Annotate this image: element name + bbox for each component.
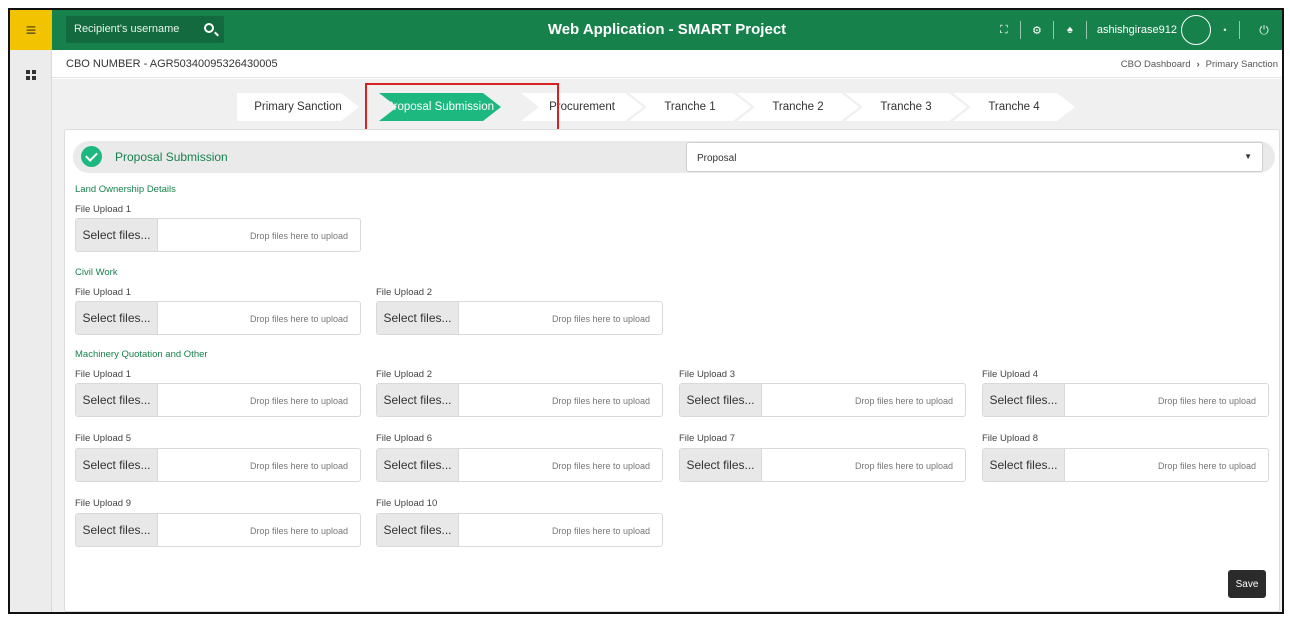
step-tranche-2[interactable]: Tranche 2 xyxy=(737,93,859,121)
step-tranche-1[interactable]: Tranche 1 xyxy=(629,93,751,121)
file-upload[interactable]: Select files... Drop files here to uploa… xyxy=(679,448,966,482)
select-files-button[interactable]: Select files... xyxy=(76,219,158,251)
select-files-button[interactable]: Select files... xyxy=(76,514,158,546)
label-upload: File Upload 1 xyxy=(75,369,131,380)
content-area: Primary Sanction Proposal Submission Pro… xyxy=(52,79,1282,612)
power-icon[interactable]: ⏻ xyxy=(1246,23,1282,38)
select-files-button[interactable]: Select files... xyxy=(76,384,158,416)
drop-zone-text: Drop files here to upload xyxy=(249,314,348,324)
step-procurement[interactable]: Procurement xyxy=(521,93,643,121)
select-files-button[interactable]: Select files... xyxy=(377,514,459,546)
label-upload: File Upload 3 xyxy=(679,369,735,380)
step-primary-sanction[interactable]: Primary Sanction xyxy=(237,93,359,121)
group-civil-work: Civil Work xyxy=(75,267,118,278)
breadcrumb-separator: › xyxy=(1196,59,1200,70)
select-files-button[interactable]: Select files... xyxy=(680,384,762,416)
breadcrumb-current: Primary Sanction xyxy=(1205,59,1278,70)
menu-icon[interactable]: ≡ xyxy=(10,10,52,50)
file-upload[interactable]: Select files... Drop files here to uploa… xyxy=(376,448,663,482)
file-upload[interactable]: Select files... Drop files here to uploa… xyxy=(376,301,663,335)
proposal-select[interactable]: Proposal ▼ xyxy=(686,142,1263,172)
drop-zone-text: Drop files here to upload xyxy=(249,231,348,241)
step-proposal-submission[interactable]: Proposal Submission xyxy=(379,93,501,121)
select-value[interactable]: Proposal xyxy=(697,153,736,164)
caret-down-icon[interactable]: • xyxy=(1217,25,1233,35)
file-upload[interactable]: Select files... Drop files here to uploa… xyxy=(75,301,361,335)
section-header: Proposal Submission Proposal ▼ xyxy=(73,141,1275,173)
drop-zone-text: Drop files here to upload xyxy=(854,461,953,471)
divider xyxy=(1052,21,1054,39)
file-upload[interactable]: Select files... Drop files here to uploa… xyxy=(982,383,1269,417)
drop-zone-text: Drop files here to upload xyxy=(1157,396,1256,406)
top-bar-actions: ⛶ ⚙ ♠ ashishgirase912 • ⏻ xyxy=(994,10,1282,50)
select-files-button[interactable]: Select files... xyxy=(680,449,762,481)
select-files-button[interactable]: Select files... xyxy=(983,449,1065,481)
step-tranche-4[interactable]: Tranche 4 xyxy=(953,93,1075,121)
grid-icon[interactable] xyxy=(26,70,36,80)
file-upload[interactable]: Select files... Drop files here to uploa… xyxy=(75,448,361,482)
select-files-button[interactable]: Select files... xyxy=(76,302,158,334)
label-upload: File Upload 1 xyxy=(75,204,131,215)
breadcrumb-dashboard[interactable]: CBO Dashboard xyxy=(1121,59,1191,70)
app-frame: ≡ Recipient's username Web Application -… xyxy=(8,8,1284,614)
left-rail: ≡ xyxy=(10,10,52,612)
select-files-button[interactable]: Select files... xyxy=(377,302,459,334)
drop-zone-text: Drop files here to upload xyxy=(551,314,650,324)
drop-zone-text: Drop files here to upload xyxy=(551,461,650,471)
select-files-button[interactable]: Select files... xyxy=(983,384,1065,416)
username[interactable]: ashishgirase912 xyxy=(1097,24,1177,36)
form-card: Proposal Submission Proposal ▼ Land Owne… xyxy=(64,129,1280,612)
select-files-button[interactable]: Select files... xyxy=(377,449,459,481)
label-upload: File Upload 9 xyxy=(75,498,131,509)
divider xyxy=(1239,21,1240,39)
drop-zone-text: Drop files here to upload xyxy=(249,526,348,536)
cbo-number: CBO NUMBER - AGR50340095326430005 xyxy=(66,58,278,70)
file-upload[interactable]: Select files... Drop files here to uploa… xyxy=(679,383,966,417)
label-upload: File Upload 5 xyxy=(75,433,131,444)
step-tranche-3[interactable]: Tranche 3 xyxy=(845,93,967,121)
group-machinery: Machinery Quotation and Other xyxy=(75,349,208,360)
notification-icon[interactable]: ♠ xyxy=(1060,24,1080,36)
select-files-button[interactable]: Select files... xyxy=(377,384,459,416)
label-upload: File Upload 1 xyxy=(75,287,131,298)
section-title: Proposal Submission xyxy=(115,150,228,164)
label-upload: File Upload 2 xyxy=(376,369,432,380)
group-land-ownership: Land Ownership Details xyxy=(75,184,176,195)
file-upload[interactable]: Select files... Drop files here to uploa… xyxy=(982,448,1269,482)
file-upload[interactable]: Select files... Drop files here to uploa… xyxy=(75,383,361,417)
check-icon xyxy=(81,146,102,167)
top-bar: Recipient's username Web Application - S… xyxy=(52,10,1282,50)
label-upload: File Upload 2 xyxy=(376,287,432,298)
fullscreen-icon[interactable]: ⛶ xyxy=(994,24,1014,37)
drop-zone-text: Drop files here to upload xyxy=(249,396,348,406)
file-upload[interactable]: Select files... Drop files here to uploa… xyxy=(376,383,663,417)
breadcrumb: CBO Dashboard › Primary Sanction xyxy=(1121,59,1278,70)
label-upload: File Upload 10 xyxy=(376,498,438,509)
file-upload[interactable]: Select files... Drop files here to uploa… xyxy=(75,218,361,252)
drop-zone-text: Drop files here to upload xyxy=(551,526,650,536)
file-upload[interactable]: Select files... Drop files here to uploa… xyxy=(376,513,663,547)
label-upload: File Upload 6 xyxy=(376,433,432,444)
file-upload[interactable]: Select files... Drop files here to uploa… xyxy=(75,513,361,547)
sub-header: CBO NUMBER - AGR50340095326430005 CBO Da… xyxy=(52,50,1282,78)
label-upload: File Upload 7 xyxy=(679,433,735,444)
select-files-button[interactable]: Select files... xyxy=(76,449,158,481)
label-upload: File Upload 8 xyxy=(982,433,1038,444)
drop-zone-text: Drop files here to upload xyxy=(854,396,953,406)
avatar[interactable] xyxy=(1181,15,1211,45)
chevron-down-icon[interactable]: ▼ xyxy=(1244,152,1252,161)
drop-zone-text: Drop files here to upload xyxy=(249,461,348,471)
divider xyxy=(1085,21,1087,39)
save-button[interactable]: Save xyxy=(1228,570,1266,598)
drop-zone-text: Drop files here to upload xyxy=(1157,461,1256,471)
settings-icon[interactable]: ⚙ xyxy=(1027,24,1047,37)
label-upload: File Upload 4 xyxy=(982,369,1038,380)
drop-zone-text: Drop files here to upload xyxy=(551,396,650,406)
divider xyxy=(1019,21,1021,39)
